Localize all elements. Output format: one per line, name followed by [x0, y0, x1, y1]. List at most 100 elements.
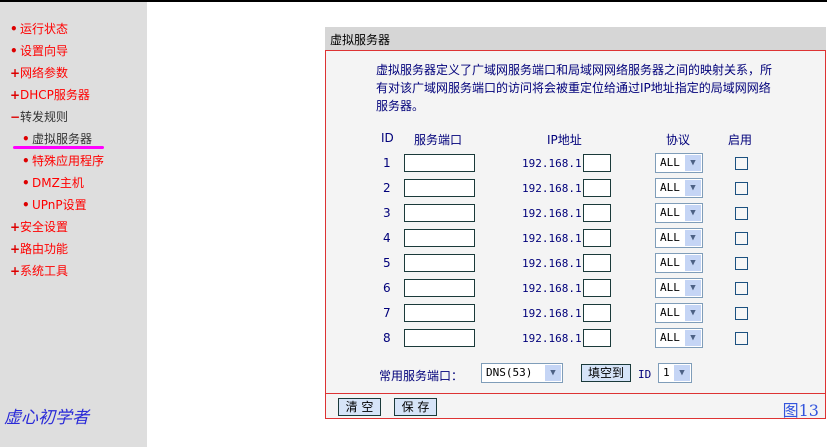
bullet-icon: +: [10, 264, 21, 278]
bullet-icon: +: [10, 242, 21, 256]
chevron-down-icon: ▼: [685, 180, 701, 196]
sidebar-item-label: 系统工具: [20, 264, 69, 278]
ip-prefix: 192.168.1.: [522, 182, 589, 195]
ip-suffix-input[interactable]: [583, 204, 611, 222]
bullet-icon: •: [10, 44, 18, 58]
id-label: ID: [638, 368, 652, 381]
sidebar-item[interactable]: +系统工具: [10, 262, 68, 279]
virtual-server-panel: 虚拟服务器 虚拟服务器定义了广域网服务端口和局域网网络服务器之间的映射关系，所有…: [325, 27, 826, 420]
enable-checkbox[interactable]: [735, 307, 748, 320]
sidebar-item[interactable]: • 设置向导: [10, 42, 68, 59]
sidebar-item-label: 安全设置: [20, 220, 69, 234]
service-port-input[interactable]: [404, 179, 475, 197]
sidebar-item[interactable]: −转发规则: [10, 108, 68, 125]
chevron-down-icon: ▼: [685, 305, 701, 321]
row-id: 1: [383, 156, 391, 170]
protocol-value: ALL: [660, 231, 680, 244]
service-port-input[interactable]: [404, 279, 475, 297]
bullet-icon: •: [22, 132, 30, 146]
service-port-input[interactable]: [404, 229, 475, 247]
sidebar-item-label: DHCP服务器: [20, 88, 90, 102]
sidebar-item[interactable]: • 特殊应用程序: [22, 152, 104, 169]
ip-prefix: 192.168.1.: [522, 282, 589, 295]
protocol-select[interactable]: ALL ▼: [655, 153, 703, 173]
protocol-select[interactable]: ALL ▼: [655, 178, 703, 198]
service-port-input[interactable]: [404, 154, 475, 172]
bullet-icon: •: [10, 22, 18, 36]
ip-suffix-input[interactable]: [583, 179, 611, 197]
enable-checkbox[interactable]: [735, 257, 748, 270]
protocol-select[interactable]: ALL ▼: [655, 203, 703, 223]
bullet-icon: •: [22, 176, 30, 190]
ip-prefix: 192.168.1.: [522, 232, 589, 245]
ip-suffix-input[interactable]: [583, 154, 611, 172]
row-id: 7: [383, 306, 391, 320]
sidebar-item[interactable]: • 运行状态: [10, 20, 68, 37]
ip-suffix-input[interactable]: [583, 304, 611, 322]
row-id: 5: [383, 256, 391, 270]
sidebar-item-label: DMZ主机: [32, 176, 84, 190]
fill-to-button[interactable]: 填空到: [581, 364, 631, 382]
enable-checkbox[interactable]: [735, 182, 748, 195]
service-port-input[interactable]: [404, 254, 475, 272]
chevron-down-icon: ▼: [685, 255, 701, 271]
enable-checkbox[interactable]: [735, 332, 748, 345]
protocol-select[interactable]: ALL ▼: [655, 278, 703, 298]
ip-prefix: 192.168.1.: [522, 332, 589, 345]
enable-checkbox[interactable]: [735, 207, 748, 220]
header-enable: 启用: [728, 133, 753, 147]
sidebar-item[interactable]: +网络参数: [10, 64, 68, 81]
ip-suffix-input[interactable]: [583, 254, 611, 272]
sidebar-item[interactable]: +DHCP服务器: [10, 86, 90, 103]
ip-suffix-input[interactable]: [583, 279, 611, 297]
enable-checkbox[interactable]: [735, 232, 748, 245]
chevron-down-icon: ▼: [685, 205, 701, 221]
enable-checkbox[interactable]: [735, 157, 748, 170]
bullet-icon: +: [10, 220, 21, 234]
figure-label: 图13: [782, 401, 819, 420]
ip-suffix-input[interactable]: [583, 329, 611, 347]
ip-suffix-input[interactable]: [583, 229, 611, 247]
sidebar-item[interactable]: • UPnP设置: [22, 196, 87, 213]
common-port-value: DNS(53): [486, 366, 533, 379]
sidebar-item-label: 路由功能: [20, 242, 69, 256]
protocol-select[interactable]: ALL ▼: [655, 328, 703, 348]
author-watermark: 虚心初学者: [4, 408, 89, 428]
chevron-down-icon: ▼: [685, 280, 701, 296]
panel-body: 虚拟服务器定义了广域网服务端口和局域网网络服务器之间的映射关系，所有对该广域网服…: [325, 50, 826, 393]
sidebar-item[interactable]: • 虚拟服务器: [22, 130, 92, 147]
service-port-input[interactable]: [404, 204, 475, 222]
ip-prefix: 192.168.1.: [522, 257, 589, 270]
sidebar-item[interactable]: +安全设置: [10, 218, 68, 235]
common-port-select[interactable]: DNS(53) ▼: [481, 363, 563, 383]
header-ip: IP地址: [547, 133, 582, 147]
description: 虚拟服务器定义了广域网服务端口和局域网网络服务器之间的映射关系，所有对该广域网服…: [376, 63, 773, 113]
protocol-value: ALL: [660, 331, 680, 344]
protocol-select[interactable]: ALL ▼: [655, 228, 703, 248]
ip-prefix: 192.168.1.: [522, 157, 589, 170]
protocol-value: ALL: [660, 206, 680, 219]
enable-checkbox[interactable]: [735, 282, 748, 295]
bullet-icon: −: [10, 110, 21, 124]
header-protocol: 协议: [666, 133, 691, 147]
protocol-select[interactable]: ALL ▼: [655, 253, 703, 273]
sidebar-item[interactable]: +路由功能: [10, 240, 68, 257]
panel-title: 虚拟服务器: [325, 27, 826, 50]
service-port-input[interactable]: [404, 329, 475, 347]
sidebar-item-label: 虚拟服务器: [32, 132, 93, 146]
service-port-input[interactable]: [404, 304, 475, 322]
bullet-icon: •: [22, 198, 30, 212]
chevron-down-icon: ▼: [685, 230, 701, 246]
header-port: 服务端口: [414, 133, 463, 147]
protocol-value: ALL: [660, 306, 680, 319]
sidebar-item-label: 网络参数: [20, 66, 69, 80]
bullet-icon: +: [10, 66, 21, 80]
protocol-value: ALL: [660, 156, 680, 169]
save-button[interactable]: 保 存: [394, 398, 437, 416]
sidebar-item[interactable]: • DMZ主机: [22, 174, 84, 191]
header-id: ID: [381, 131, 394, 145]
protocol-select[interactable]: ALL ▼: [655, 303, 703, 323]
id-select[interactable]: 1 ▼: [658, 363, 692, 383]
clear-button[interactable]: 清 空: [338, 398, 381, 416]
bullet-icon: •: [22, 154, 30, 168]
